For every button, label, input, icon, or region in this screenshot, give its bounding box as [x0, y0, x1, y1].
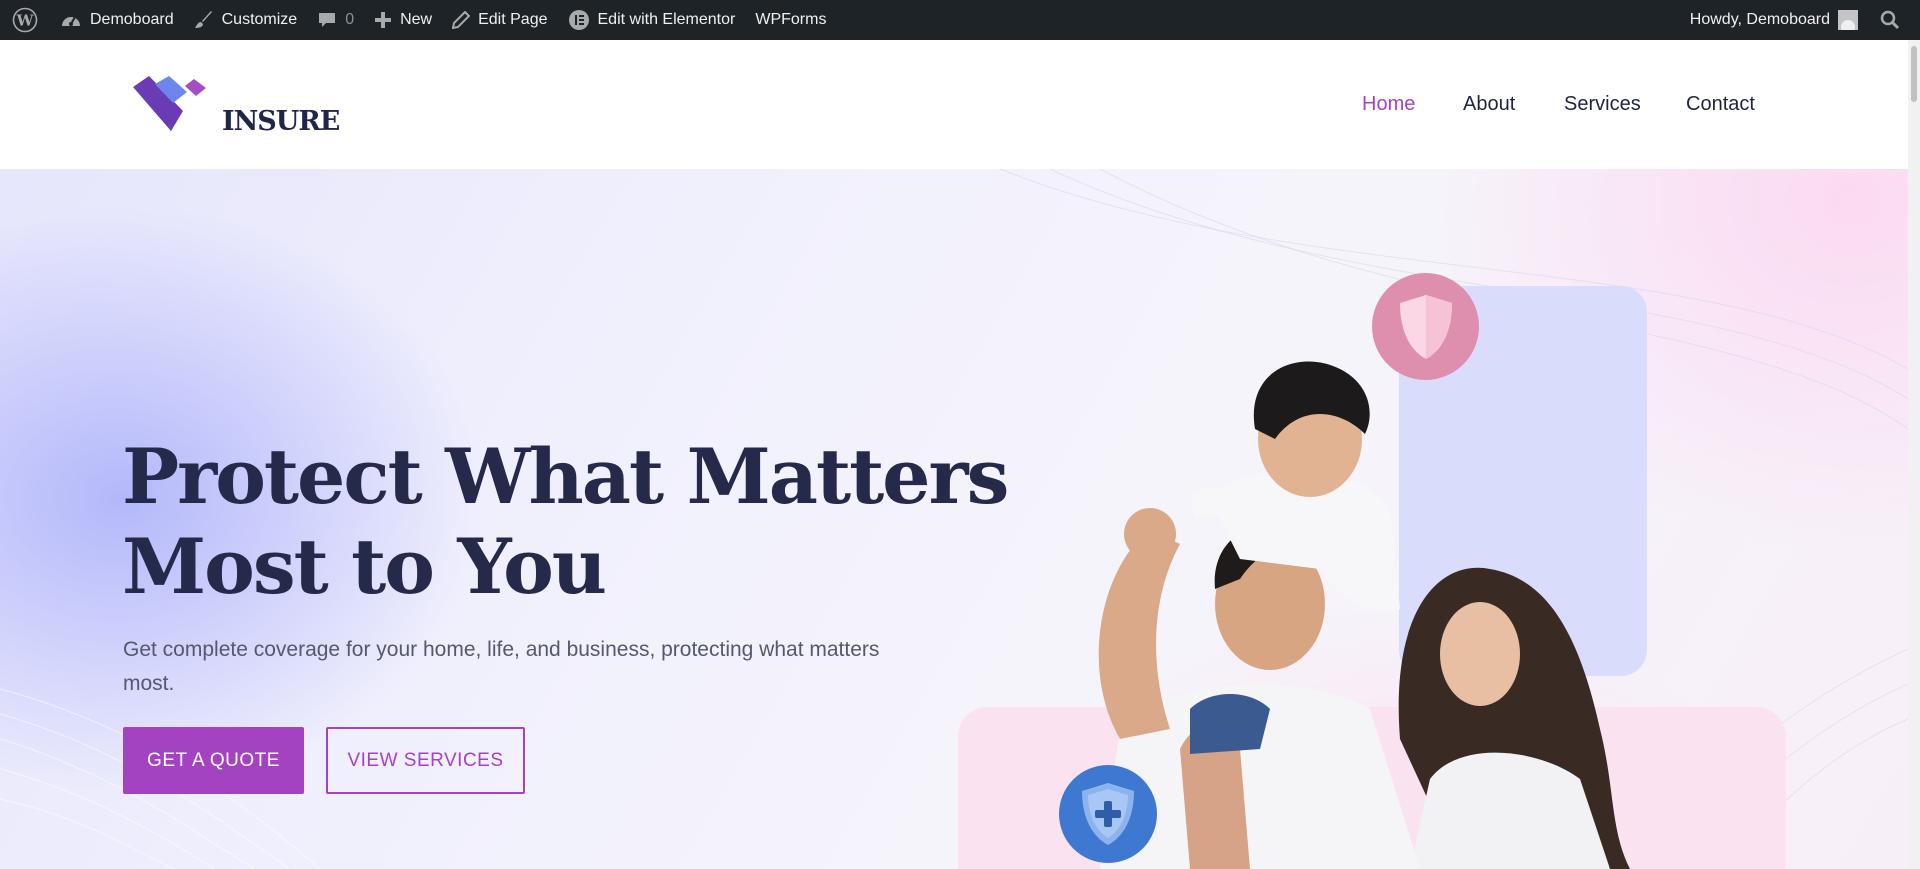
nav-item-about[interactable]: About — [1463, 93, 1515, 116]
brush-icon — [194, 11, 212, 28]
admin-bar: W Demoboard Customize 0 New Edit Page Ed… — [0, 0, 1920, 40]
view-services-button[interactable]: VIEW SERVICES — [326, 727, 525, 794]
nav-item-contact[interactable]: Contact — [1686, 93, 1755, 116]
scrollbar-thumb[interactable] — [1911, 46, 1917, 102]
wordpress-icon: W — [12, 7, 38, 33]
customize-label: Customize — [221, 11, 298, 28]
medical-shield-icon — [1082, 783, 1134, 845]
site-name-label: Demoboard — [90, 11, 174, 28]
edit-elementor-label: Edit with Elementor — [597, 11, 736, 28]
admin-search-button[interactable] — [1868, 0, 1920, 40]
elementor-icon — [568, 10, 589, 30]
howdy-label: Howdy, Demoboard — [1689, 11, 1830, 28]
nav-item-services[interactable]: Services — [1564, 93, 1641, 116]
wordpress-menu[interactable]: W — [0, 0, 50, 40]
edit-page-label: Edit Page — [478, 11, 548, 28]
account-menu[interactable]: Howdy, Demoboard — [1680, 0, 1868, 40]
hero-section: Protect What Matters Most to You Get com… — [0, 169, 1908, 869]
hero-headline: Protect What Matters Most to You — [122, 432, 1009, 612]
shield-icon — [1399, 294, 1452, 359]
shield-badge-pink — [1372, 273, 1479, 380]
comments-count: 0 — [345, 11, 355, 28]
get-a-quote-button[interactable]: GET A QUOTE — [123, 727, 304, 794]
hero-headline-line-1: Protect What Matters — [122, 432, 1009, 521]
page-scrollbar[interactable] — [1908, 40, 1920, 869]
hero-subtext: Get complete coverage for your home, lif… — [123, 638, 880, 695]
comment-icon — [319, 13, 336, 27]
hero-headline-line-2: Most to You — [122, 522, 607, 611]
site-header: INSURE Home About Services Contact — [0, 40, 1908, 169]
edit-elementor-link[interactable]: Edit with Elementor — [558, 0, 746, 40]
new-content-menu[interactable]: New — [364, 0, 442, 40]
site-name-menu[interactable]: Demoboard — [50, 0, 184, 40]
primary-nav: Home About Services Contact — [0, 40, 1908, 169]
edit-page-link[interactable]: Edit Page — [442, 0, 557, 40]
search-icon — [1880, 10, 1900, 30]
avatar — [1838, 10, 1858, 30]
comments-link[interactable]: 0 — [307, 0, 364, 40]
dashboard-icon — [62, 16, 80, 26]
new-label: New — [400, 11, 433, 28]
nav-item-home[interactable]: Home — [1362, 93, 1415, 116]
wpforms-menu[interactable]: WPForms — [745, 0, 836, 40]
pencil-icon — [452, 11, 471, 29]
svg-text:W: W — [16, 12, 35, 30]
medical-shield-badge-blue — [1059, 765, 1157, 863]
plus-icon — [375, 12, 392, 28]
customize-link[interactable]: Customize — [184, 0, 308, 40]
wpforms-label: WPForms — [755, 11, 827, 28]
